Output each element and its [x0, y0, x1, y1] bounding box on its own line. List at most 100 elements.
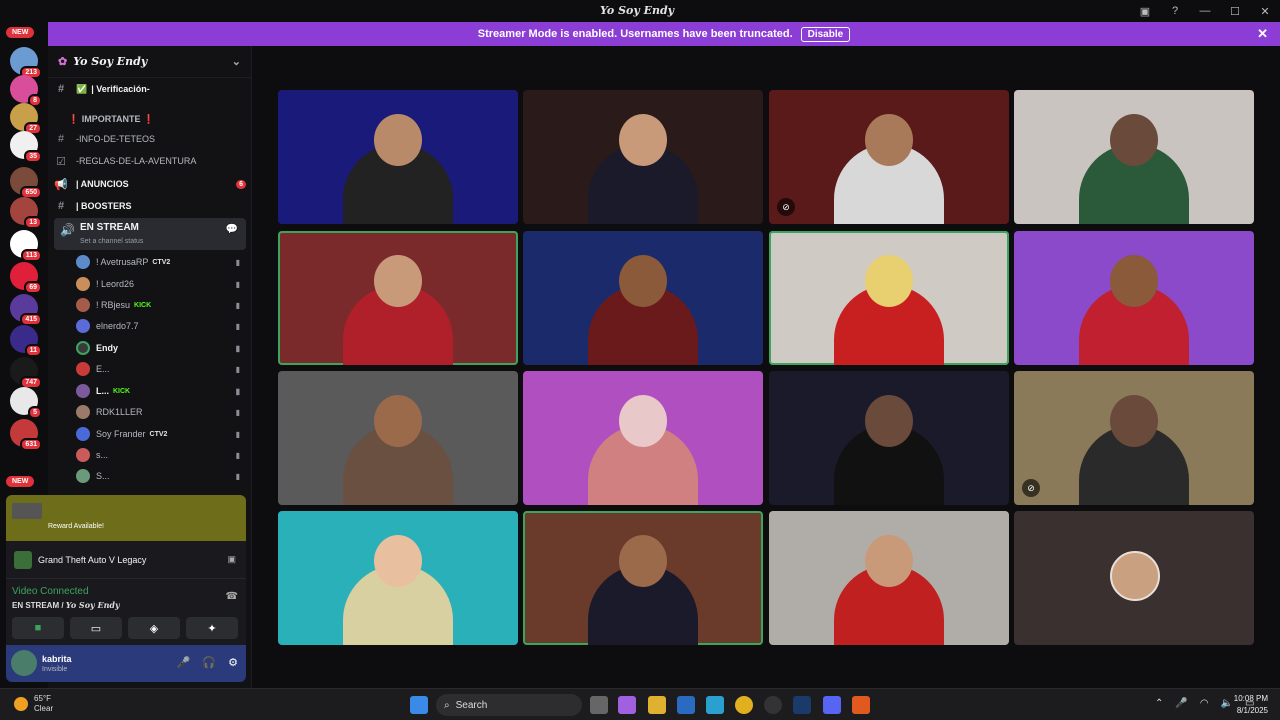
reward-text: Reward Available!	[48, 523, 104, 530]
channel-label: | ANUNCIOS	[76, 179, 129, 189]
disable-button[interactable]: Disable	[800, 26, 851, 42]
screenshare-button[interactable]: ▭	[70, 617, 122, 639]
voice-user[interactable]: E... ▮	[76, 359, 246, 379]
channel-label: -REGLAS-DE-LA-AVENTURA	[76, 156, 197, 166]
channel-reglas[interactable]: ☑ -REGLAS-DE-LA-AVENTURA	[54, 151, 246, 171]
help-icon[interactable]: ?	[1160, 0, 1190, 22]
video-tile[interactable]	[523, 511, 763, 645]
guild-header[interactable]: ✿ Yo Soy Endy ⌄	[48, 46, 251, 78]
voice-user[interactable]: ! AvetrusaRP CTV2 ▮	[76, 252, 246, 272]
file-explorer-icon[interactable]	[648, 696, 666, 714]
server-icon[interactable]: 747	[10, 357, 42, 389]
copilot-icon[interactable]	[618, 696, 636, 714]
voice-user[interactable]: Endy ▮	[76, 338, 246, 358]
channel-status[interactable]: Set a channel status	[80, 238, 143, 245]
server-icon[interactable]: 69	[10, 262, 42, 294]
headphones-icon[interactable]: 🎧	[202, 656, 216, 669]
server-icon[interactable]: 35	[10, 131, 42, 163]
camera-button[interactable]: ■	[12, 617, 64, 639]
maximize-button[interactable]: ☐	[1220, 0, 1250, 22]
start-icon[interactable]	[410, 696, 428, 714]
check-icon: ✅	[76, 83, 88, 94]
avatar[interactable]	[11, 650, 37, 676]
chevron-down-icon[interactable]: ⌄	[232, 55, 241, 68]
voice-panel: Video Connected EN STREAM / Yo Soy Endy …	[6, 579, 246, 645]
video-tile[interactable]	[278, 90, 518, 224]
inbox-icon[interactable]: ▣	[1130, 0, 1160, 22]
voice-user[interactable]: elnerdo7.7 ▮	[76, 316, 246, 336]
video-tile[interactable]	[523, 90, 763, 224]
server-icon[interactable]: 631	[10, 419, 42, 451]
voice-user[interactable]: S... ▮	[76, 466, 246, 486]
app-icon[interactable]	[852, 696, 870, 714]
gear-icon[interactable]: ⚙	[228, 656, 238, 669]
video-tile[interactable]	[1014, 231, 1254, 365]
video-tile[interactable]: ⊘	[1014, 371, 1254, 505]
voice-user[interactable]: ! Leord26 ▮	[76, 274, 246, 294]
video-tile[interactable]	[523, 231, 763, 365]
microphone-icon[interactable]: 🎤	[1175, 698, 1187, 709]
activity-button[interactable]: ◈	[128, 617, 180, 639]
server-icon[interactable]: 27	[10, 103, 42, 135]
server-icon[interactable]: 213	[10, 47, 42, 79]
reward-card[interactable]: Reward Available!	[6, 495, 246, 541]
voice-user[interactable]: L... KICK ▮	[76, 381, 246, 401]
obs-icon[interactable]	[764, 696, 782, 714]
video-tile[interactable]	[278, 231, 518, 365]
voice-user[interactable]: s... ▮	[76, 445, 246, 465]
user-panel[interactable]: kabrita Invisible 🎤 🎧 ⚙	[6, 645, 246, 682]
server-icon[interactable]: 13	[10, 197, 42, 229]
discord-icon[interactable]	[823, 696, 841, 714]
chevron-up-icon[interactable]: ⌃	[1155, 698, 1163, 709]
chrome-icon[interactable]	[735, 696, 753, 714]
video-tile-avatar[interactable]	[1014, 511, 1254, 645]
voice-user[interactable]: ! RBjesu KICK ▮	[76, 295, 246, 315]
game-activity[interactable]: Grand Theft Auto V Legacy ▣	[6, 541, 246, 579]
search-input[interactable]: ⌕ Search	[436, 694, 582, 716]
server-icon[interactable]: 5	[10, 387, 42, 419]
controller-icon[interactable]: ▣	[227, 554, 236, 565]
volume-icon[interactable]: 🔈	[1221, 698, 1233, 709]
server-icon[interactable]: 113	[10, 230, 42, 262]
voice-location[interactable]: EN STREAM / Yo Soy Endy	[12, 600, 120, 610]
channel-info[interactable]: # -INFO-DE-TETEOS	[54, 129, 246, 149]
edge-icon[interactable]	[706, 696, 724, 714]
wifi-icon[interactable]: ◠	[1200, 698, 1209, 709]
voice-channel-en-stream[interactable]: 🔊 EN STREAM Set a channel status 💬	[54, 218, 246, 250]
category-importante[interactable]: ❗ IMPORTANTE ❗	[54, 109, 246, 129]
close-button[interactable]: ✕	[1250, 0, 1280, 22]
video-tile[interactable]	[769, 371, 1009, 505]
microphone-icon[interactable]: 🎤	[177, 656, 191, 669]
weather-widget[interactable]: 65°F Clear	[14, 694, 53, 714]
server-icon[interactable]: 8	[10, 75, 42, 107]
task-view-icon[interactable]	[590, 696, 608, 714]
game-name: Grand Theft Auto V Legacy	[38, 554, 147, 565]
voice-user[interactable]: RDK1LLER ▮	[76, 402, 246, 422]
channel-anuncios[interactable]: 📢 | ANUNCIOS 6	[54, 174, 246, 194]
user-status: Invisible	[42, 666, 68, 673]
voice-user[interactable]: Soy Frander CTV2 ▮	[76, 424, 246, 444]
channel-label: | Verificación-	[91, 84, 150, 94]
video-tile[interactable]	[278, 511, 518, 645]
outlook-icon[interactable]	[677, 696, 695, 714]
camera-icon: ▮	[235, 364, 240, 374]
minimize-button[interactable]: —	[1190, 0, 1220, 22]
channel-boosters[interactable]: # | BOOSTERS	[54, 196, 246, 216]
banner-close-icon[interactable]: ✕	[1257, 26, 1268, 42]
video-tile[interactable]	[1014, 90, 1254, 224]
video-tile[interactable]: ⊘	[769, 90, 1009, 224]
server-icon[interactable]: 11	[10, 325, 42, 357]
video-tile[interactable]	[769, 231, 1009, 365]
soundboard-button[interactable]: ✦	[186, 617, 238, 639]
server-icon[interactable]: 415	[10, 294, 42, 326]
channel-verificacion[interactable]: # ✅ | Verificación-	[54, 79, 246, 99]
video-tile[interactable]	[523, 371, 763, 505]
megaphone-icon: 📢	[54, 178, 68, 191]
clock[interactable]: 10:08 PM 8/1/2025	[1234, 693, 1268, 717]
disconnect-icon[interactable]: ☎	[226, 591, 238, 602]
video-tile[interactable]	[278, 371, 518, 505]
server-icon[interactable]: 650	[10, 167, 42, 199]
steam-icon[interactable]	[793, 696, 811, 714]
chat-icon[interactable]: 💬	[226, 224, 238, 235]
video-tile[interactable]	[769, 511, 1009, 645]
